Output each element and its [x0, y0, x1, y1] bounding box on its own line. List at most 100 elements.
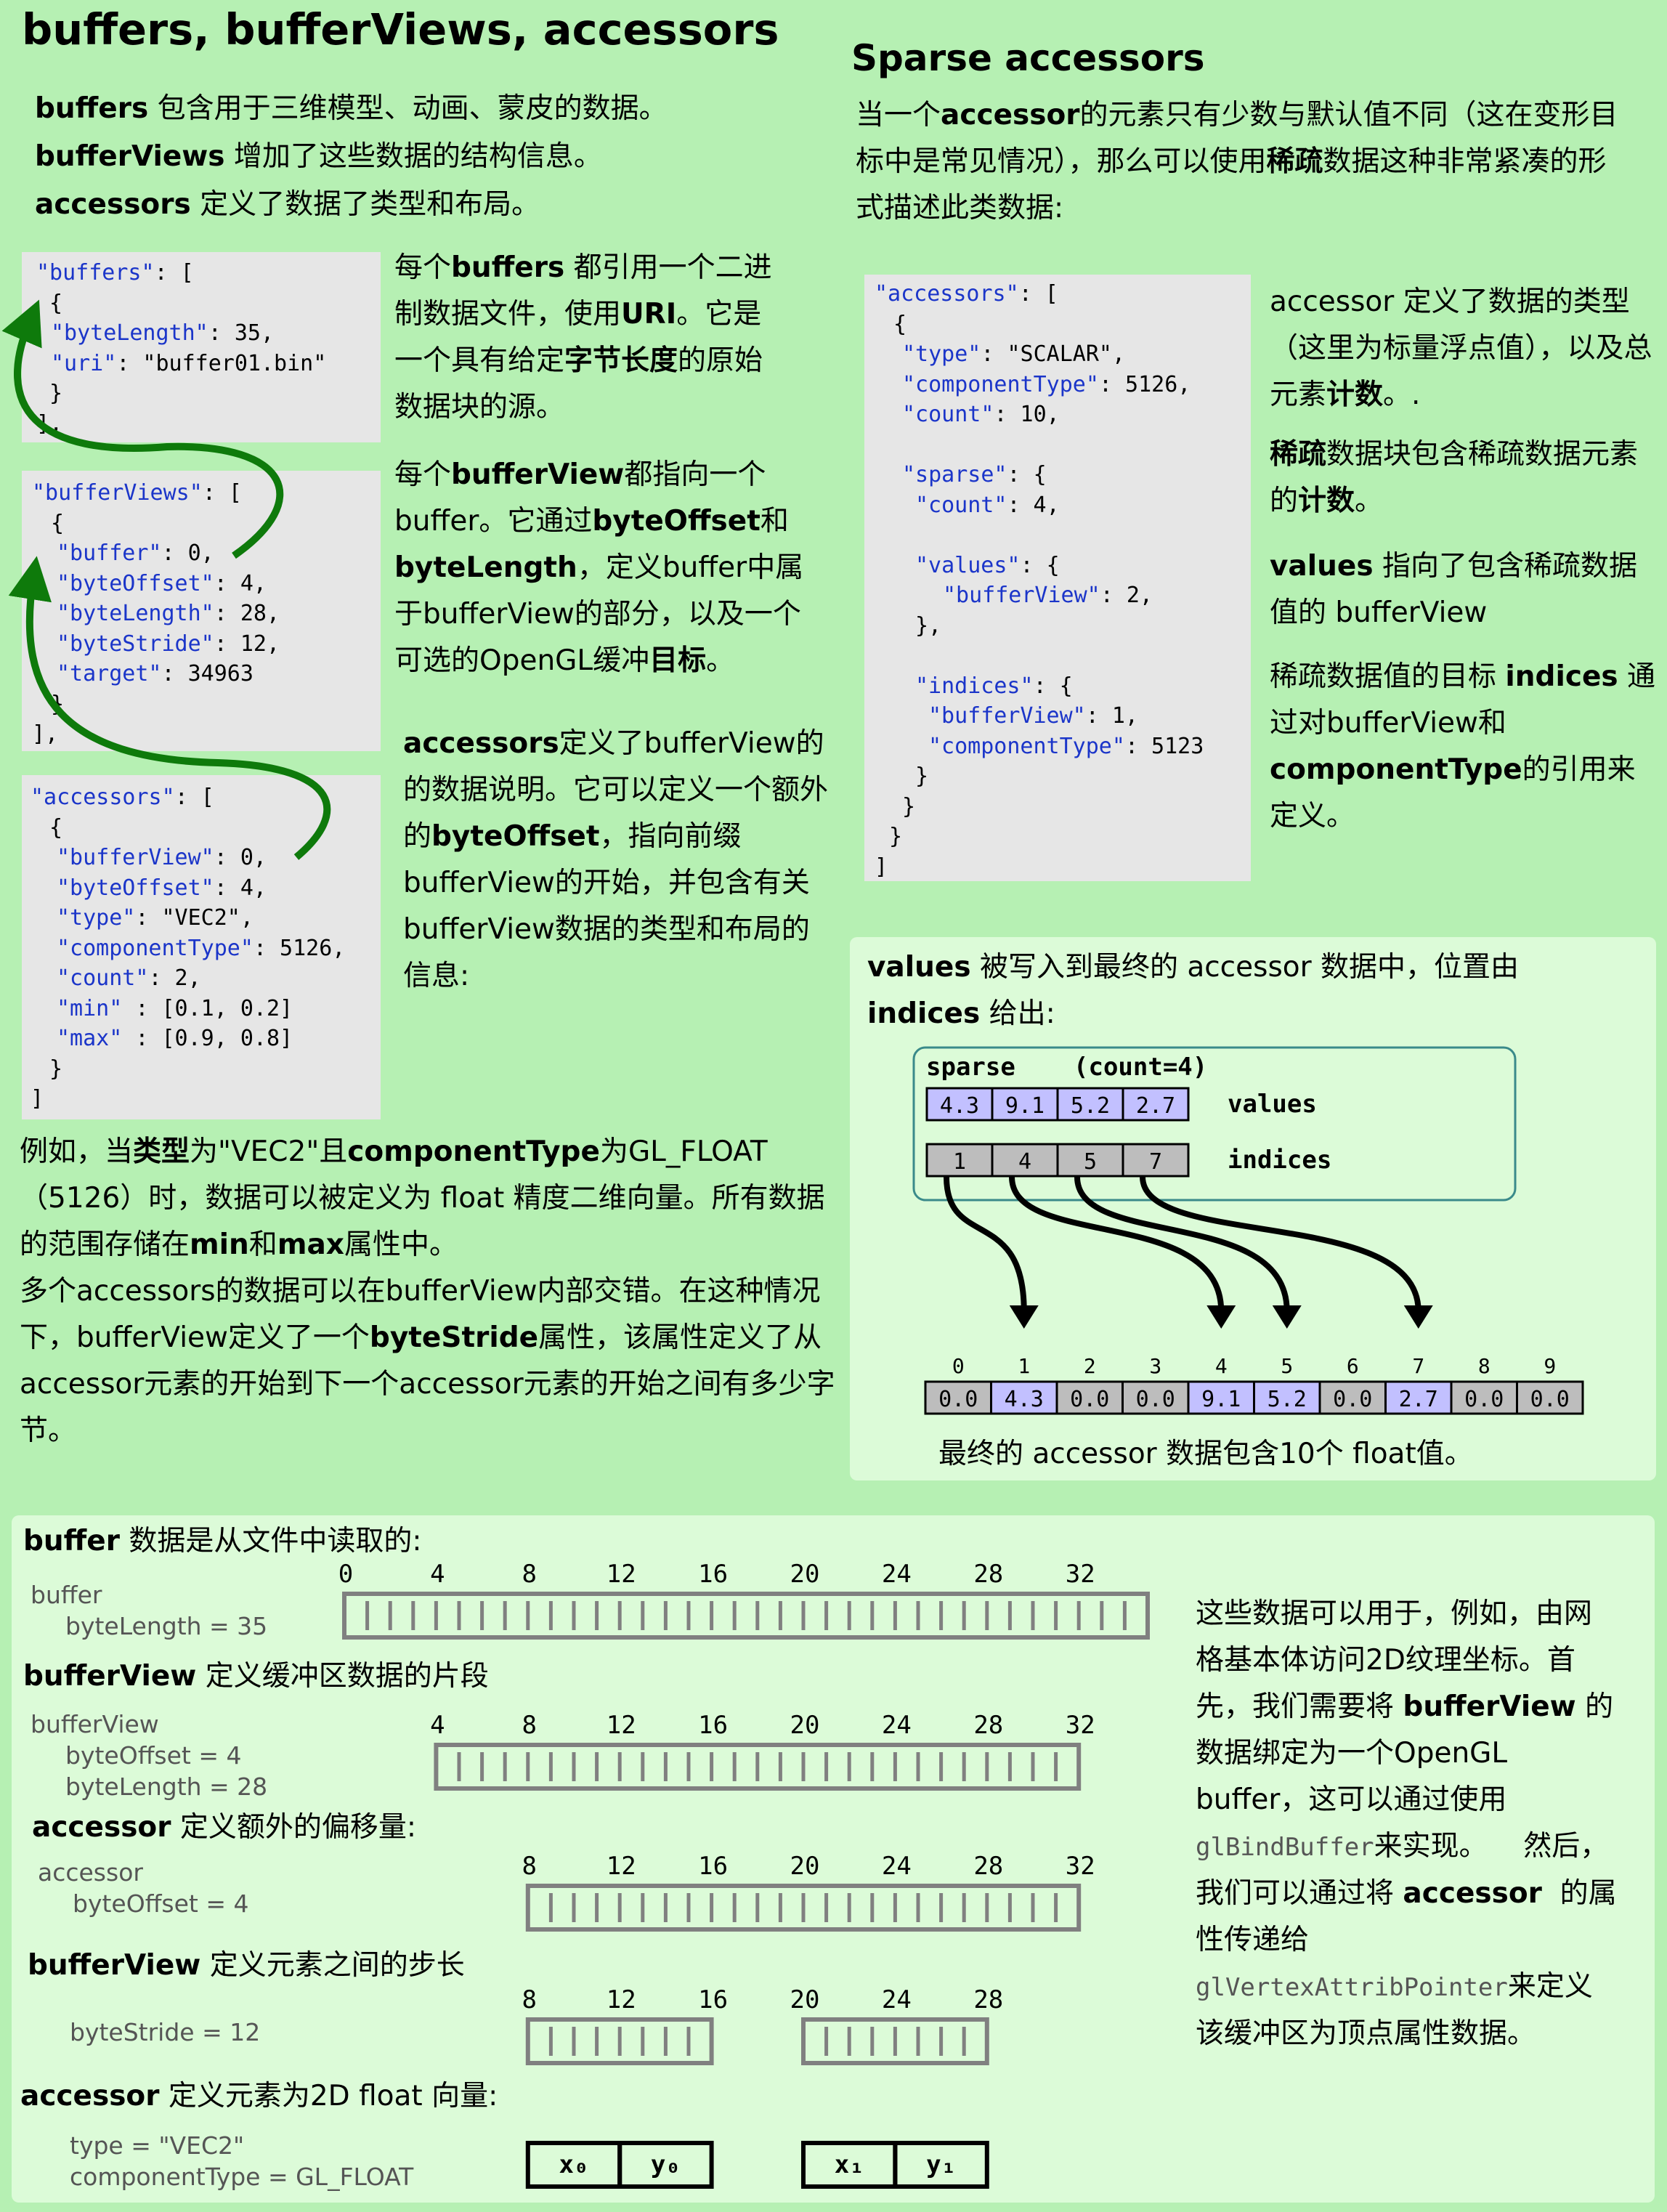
code-line: } — [915, 763, 929, 789]
final-value-text: 0.0 — [1070, 1387, 1109, 1412]
json-value: : 5126, — [253, 935, 346, 961]
code-line: "accessors": [ — [875, 279, 1251, 309]
vec2-component-label: x₁ — [835, 2150, 864, 2179]
example-term: max — [277, 1228, 344, 1261]
accessor-tick-label: 12 — [607, 1852, 636, 1881]
example-text-part: 例如，当 — [20, 1135, 134, 1168]
sparse-index-text: 4 — [1018, 1149, 1031, 1175]
json-value: : [0.9, 0.8] — [122, 1026, 293, 1051]
sparse-label: sparse — [926, 1053, 1015, 1082]
final-value-text: 0.0 — [1333, 1387, 1372, 1412]
index-mapping-arrow — [1074, 1176, 1302, 1329]
json-key: "count" — [915, 492, 1007, 518]
json-key: "values" — [915, 552, 1021, 578]
side-code: glBindBuffer — [1196, 1833, 1374, 1862]
json-value: : 10, — [994, 402, 1060, 427]
buffer-tick-label: 12 — [607, 1560, 636, 1589]
code-line: "count": 2, — [31, 963, 381, 994]
desc-term: byteOffset — [592, 505, 761, 538]
example-text-part: 和 — [248, 1228, 277, 1261]
buffer-tick-label: 8 — [522, 1560, 537, 1589]
json-value: : { — [1033, 673, 1073, 699]
sparse-desc-term: componentType — [1270, 753, 1522, 786]
indices-label: indices — [1228, 1146, 1331, 1175]
json-key: "min" — [57, 995, 123, 1021]
code-line: "values": { — [875, 551, 1251, 581]
desc-term: buffers — [451, 251, 565, 284]
bufferview-tick-label: 12 — [607, 1711, 636, 1740]
code-line: "indices": { — [875, 671, 1251, 702]
code-line: } — [36, 1056, 63, 1082]
accessor-tick-label: 8 — [522, 1852, 537, 1881]
example-text-part: 为"VEC2"且 — [190, 1135, 348, 1168]
sparse-value-text: 4.3 — [940, 1093, 979, 1119]
sparse-title: Sparse accessors — [851, 37, 1205, 79]
index-mapping-arrow — [944, 1176, 1039, 1329]
bufferview-tick-label: 4 — [430, 1711, 445, 1740]
json-value: : { — [1007, 462, 1047, 487]
accessor-tick-label: 20 — [790, 1852, 820, 1881]
arrow-accessor-to-bufferview — [8, 556, 331, 860]
stride-tick-label: 28 — [973, 1985, 1003, 2014]
example-text: 例如，当类型为"VEC2"且componentType为GL_FLOAT（512… — [20, 1129, 848, 1454]
accessor-tick-label: 28 — [973, 1852, 1003, 1881]
sparse-index-text: 5 — [1084, 1149, 1097, 1175]
json-value: : { — [1020, 552, 1060, 578]
stride-tick-label: 12 — [607, 1985, 636, 2014]
final-value-text: 2.7 — [1399, 1387, 1438, 1412]
final-value-text: 0.0 — [1136, 1387, 1175, 1412]
sparse-desc-term: indices — [1505, 660, 1618, 693]
stride-tick-label: 20 — [790, 1985, 820, 2014]
buffer-tick-label: 20 — [790, 1560, 820, 1589]
json-value: : 2, — [1100, 583, 1153, 608]
json-key: "count" — [902, 402, 994, 427]
values-label: values — [1228, 1090, 1317, 1119]
bufferview-tick-label: 24 — [882, 1711, 912, 1740]
accessor-tick-label: 16 — [698, 1852, 728, 1881]
stride-tick-label: 16 — [698, 1985, 728, 2014]
sparse-intro-text: 当一个 — [856, 99, 941, 131]
buffer-tick-label: 16 — [698, 1560, 728, 1589]
desc-buffers: 每个buffers 都引用一个二进制数据文件，使用URI。它是一个具有给定字节长… — [394, 245, 783, 431]
code-sparse: "accessors": [ {"type": "SCALAR", "compon… — [864, 275, 1251, 881]
final-index-label: 6 — [1347, 1354, 1359, 1378]
final-index-label: 8 — [1478, 1354, 1490, 1378]
desc-accessors: accessors定义了bufferView的的数据说明。它可以定义一个额外的b… — [403, 721, 832, 1000]
final-index-label: 3 — [1149, 1354, 1161, 1378]
bufferview-tick-label: 8 — [522, 1711, 537, 1740]
sparse-desc-term: values — [1270, 550, 1374, 583]
final-index-label: 5 — [1281, 1354, 1293, 1378]
sparse-index-text: 7 — [1149, 1149, 1162, 1175]
side-explanation: 这些数据可以用于，例如，由网格基本体访问2D纹理坐标。首先，我们需要将 buff… — [1196, 1591, 1617, 2057]
code-line: { — [880, 311, 907, 337]
arrow-bufferview-to-buffer — [1, 299, 284, 559]
desc-term: accessors — [403, 727, 559, 760]
final-index-label: 1 — [1018, 1354, 1030, 1378]
code-line: "type": "VEC2", — [31, 903, 381, 933]
code-line: "componentType": 5126, — [875, 370, 1251, 400]
desc-term: byteLength — [394, 551, 577, 584]
sparse-value-text: 9.1 — [1005, 1093, 1045, 1119]
final-value-text: 0.0 — [1464, 1387, 1504, 1412]
code-line: "bufferView": 1, — [875, 701, 1251, 732]
code-line: "count": 10, — [875, 400, 1251, 430]
accessor-tick-label: 32 — [1066, 1852, 1095, 1881]
buffer-tick-label: 24 — [882, 1560, 912, 1589]
sparse-index-text: 1 — [953, 1149, 966, 1175]
desc-text: 。 — [706, 644, 735, 677]
desc-term: byteOffset — [431, 820, 600, 853]
json-value: : "SCALAR", — [981, 341, 1126, 367]
sparse-desc-indices: 稀疏数据值的目标 indices 通过对bufferView和component… — [1270, 654, 1662, 840]
sparse-desc-text: 。 — [1355, 485, 1384, 517]
sparse-desc: accessor 定义了数据的类型（这里为标量浮点值），以及总元素计数。. 稀疏… — [1270, 279, 1662, 840]
final-index-label: 0 — [952, 1354, 965, 1378]
sparse-desc-text: 。. — [1383, 378, 1421, 411]
json-key: "componentType" — [902, 371, 1099, 397]
buffer-bytes — [342, 1592, 1150, 1640]
desc-term: bufferView — [451, 458, 625, 491]
json-key: "type" — [57, 905, 136, 931]
json-key: "indices" — [915, 673, 1034, 699]
code-line: "type": "SCALAR", — [875, 339, 1251, 370]
sparse-desc-sparse: 稀疏数据块包含稀疏数据元素的计数。 — [1270, 432, 1662, 524]
sparse-intro-term: accessor — [941, 99, 1080, 131]
